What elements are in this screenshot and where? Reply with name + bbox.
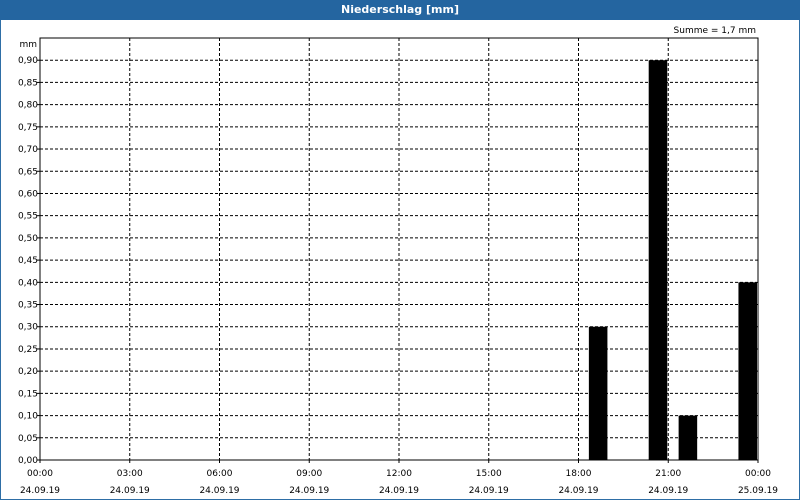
x-tick-time: 12:00: [386, 469, 412, 479]
bar: [738, 282, 757, 460]
x-tick-time: 00:00: [27, 469, 53, 479]
y-tick-label: 0,10: [18, 412, 38, 422]
x-tick-date: 24.09.19: [20, 486, 60, 496]
x-tick-time: 18:00: [566, 469, 592, 479]
y-tick-label: 0,40: [18, 278, 38, 288]
y-tick-label: 0,20: [18, 367, 38, 377]
x-tick-time: 09:00: [296, 469, 322, 479]
x-tick-time: 21:00: [655, 469, 681, 479]
x-tick-time: 00:00: [745, 469, 771, 479]
y-axis-label: mm: [19, 40, 37, 50]
y-tick-label: 0,15: [18, 389, 38, 399]
x-tick-date: 25.09.19: [738, 486, 778, 496]
y-tick-label: 0,80: [18, 101, 38, 111]
x-tick-date: 24.09.19: [648, 486, 688, 496]
y-tick-label: 0,65: [18, 167, 38, 177]
x-tick-time: 06:00: [207, 469, 233, 479]
y-tick-label: 0,35: [18, 301, 38, 311]
x-tick-date: 24.09.19: [110, 486, 150, 496]
y-tick-label: 0,60: [18, 189, 38, 199]
y-tick-label: 0,90: [18, 56, 38, 66]
precipitation-chart: 0,00 0,05 0,10 0,15 0,20 0,25 0,30 0,35 0,40 0,45…: [18, 37, 778, 496]
x-tick-date: 24.09.19: [199, 486, 239, 496]
x-tick-date: 24.09.19: [289, 486, 329, 496]
bar: [678, 415, 698, 460]
x-tick-time: 03:00: [117, 469, 143, 479]
y-tick-label: 0,00: [18, 456, 38, 466]
x-tick-time: 15:00: [476, 469, 502, 479]
y-tick-label: 0,50: [18, 234, 38, 244]
y-tick-label: 0,55: [18, 212, 38, 222]
y-tick-label: 0,70: [18, 145, 38, 155]
y-tick-label: 0,85: [18, 78, 38, 88]
y-tick-label: 0,30: [18, 323, 38, 333]
y-tick-label: 0,75: [18, 123, 38, 133]
y-tick-label: 0,05: [18, 434, 38, 444]
x-tick-date: 24.09.19: [379, 486, 419, 496]
bar: [648, 60, 668, 461]
y-tick-label: 0,45: [18, 256, 38, 266]
x-tick-date: 24.09.19: [469, 486, 509, 496]
bar: [588, 326, 608, 460]
x-tick-date: 24.09.19: [558, 486, 598, 496]
y-tick-label: 0,25: [18, 345, 38, 355]
